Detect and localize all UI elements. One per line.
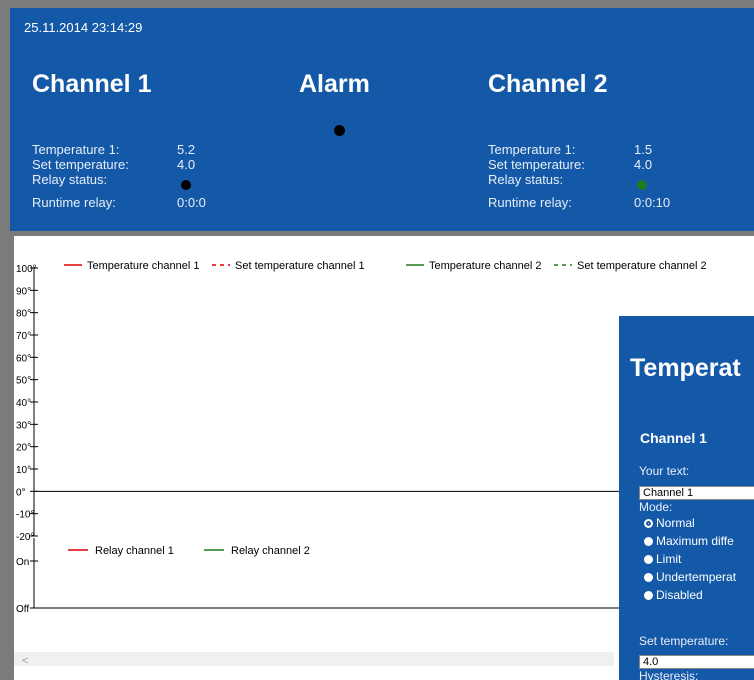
y-tick-label: 100° <box>16 264 37 275</box>
legend-entry: Set temperature channel 2 <box>577 260 707 272</box>
radio-icon[interactable] <box>644 573 653 583</box>
y-tick-label: 0° <box>16 487 26 498</box>
radio-icon[interactable] <box>644 519 653 529</box>
legend-entry: Set temperature channel 1 <box>235 260 365 272</box>
legend-entry: Temperature channel 2 <box>429 260 542 272</box>
mode-option[interactable]: Disabled <box>644 588 703 602</box>
horizontal-scrollbar[interactable] <box>14 652 614 666</box>
relay-legend-entry: Relay channel 2 <box>231 545 310 557</box>
ch2-relay-label: Relay status: <box>488 172 564 187</box>
ch1-set-value: 4.0 <box>177 157 196 172</box>
y-tick-label: -20° <box>16 532 34 543</box>
mode-option[interactable]: Limit <box>644 552 681 566</box>
ch1-relay-status-icon <box>181 180 191 190</box>
ch2-runtime-value: 0:0:10 <box>634 195 671 210</box>
settings-panel: Temperat Channel 1 Your text: Channel 1 … <box>619 316 754 680</box>
y-tick-label: 90° <box>16 286 31 297</box>
channel1-title: Channel 1 <box>32 70 152 98</box>
set-temperature-input[interactable]: 4.0 <box>639 655 754 669</box>
radio-icon[interactable] <box>644 537 653 547</box>
ch1-temp-label: Temperature 1: <box>32 142 120 157</box>
mode-option-label: Disabled <box>656 588 703 602</box>
legend-entry: Temperature channel 1 <box>87 260 200 272</box>
ch2-runtime-label: Runtime relay: <box>488 195 572 210</box>
panel-title: Temperat <box>630 354 741 382</box>
y-tick-label: 70° <box>16 331 31 342</box>
relay-legend-entry: Relay channel 1 <box>95 545 174 557</box>
your-text-label: Your text: <box>639 464 690 478</box>
mode-option[interactable]: Normal <box>644 516 695 530</box>
panel-channel-heading: Channel 1 <box>640 430 707 446</box>
radio-icon[interactable] <box>644 591 653 601</box>
mode-option[interactable]: Maximum diffe <box>644 534 734 548</box>
y-tick-label: 50° <box>16 376 31 387</box>
relay-tick-label: On <box>16 557 29 568</box>
ch1-runtime-value: 0:0:0 <box>177 195 206 210</box>
hysteresis-label: Hysteresis: <box>639 669 699 680</box>
y-tick-label: 80° <box>16 309 31 320</box>
relay-tick-label: Off <box>16 604 29 615</box>
mode-option-label: Normal <box>656 516 695 530</box>
y-tick-label: -10° <box>16 510 34 521</box>
ch2-set-value: 4.0 <box>634 157 653 172</box>
ch2-temp-label: Temperature 1: <box>488 142 576 157</box>
ch2-temp-value: 1.5 <box>634 142 653 157</box>
ch1-relay-label: Relay status: <box>32 172 108 187</box>
scroll-left-arrow-icon[interactable]: < <box>22 655 28 667</box>
y-tick-label: 40° <box>16 398 31 409</box>
ch2-set-label: Set temperature: <box>488 157 585 172</box>
ch1-set-label: Set temperature: <box>32 157 129 172</box>
mode-option[interactable]: Undertemperat <box>644 570 736 584</box>
mode-option-label: Limit <box>656 552 682 566</box>
mode-label: Mode: <box>639 500 673 514</box>
channel2-title: Channel 2 <box>488 70 608 98</box>
status-header: 25.11.2014 23:14:29 Channel 1 Alarm Chan… <box>10 8 754 231</box>
your-text-input[interactable]: Channel 1 <box>639 486 754 500</box>
y-tick-label: 20° <box>16 443 31 454</box>
y-tick-label: 10° <box>16 465 31 476</box>
ch2-relay-status-icon <box>637 180 647 190</box>
radio-icon[interactable] <box>644 555 653 565</box>
mode-option-label: Maximum diffe <box>656 534 734 548</box>
set-temperature-label: Set temperature: <box>639 634 729 648</box>
mode-option-label: Undertemperat <box>656 570 737 584</box>
datetime-display: 25.11.2014 23:14:29 <box>24 20 143 35</box>
y-tick-label: 60° <box>16 353 31 364</box>
alarm-title: Alarm <box>299 70 370 98</box>
alarm-indicator-icon <box>334 125 345 136</box>
ch1-temp-value: 5.2 <box>177 142 196 157</box>
y-tick-label: 30° <box>16 420 31 431</box>
ch1-runtime-label: Runtime relay: <box>32 195 116 210</box>
